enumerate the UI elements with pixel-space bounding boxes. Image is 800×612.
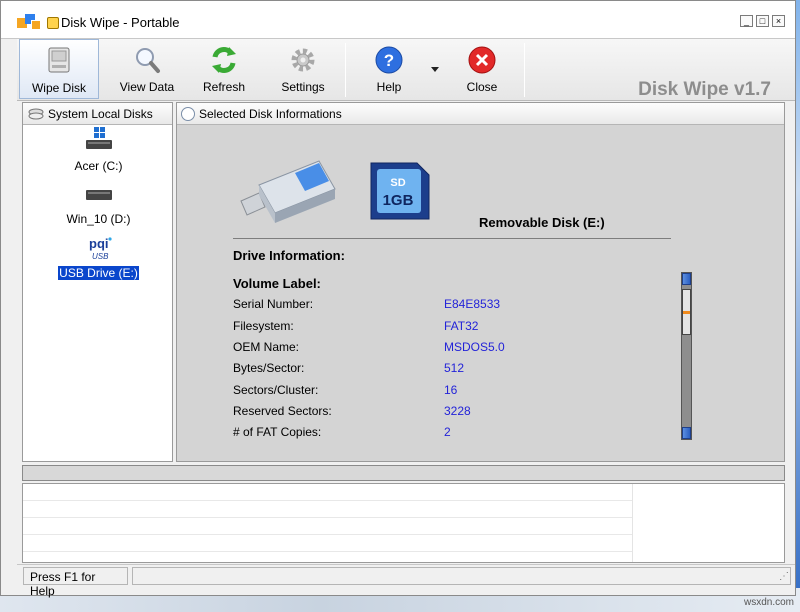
restore-button[interactable]: □ (756, 15, 769, 27)
info-scrollbar[interactable] (681, 272, 692, 440)
disk-wipe-icon (48, 47, 70, 73)
close-button[interactable]: Close (442, 39, 522, 99)
disk-info-panel: Selected Disk Informations SD 1GB Remova… (176, 102, 785, 462)
refresh-button[interactable]: Refresh (184, 39, 264, 99)
info-row-label: Filesystem: (233, 319, 294, 333)
close-icon (468, 46, 496, 74)
status-panel (132, 567, 791, 585)
info-row-label: Sectors/Cluster: (233, 383, 319, 397)
log-list[interactable] (22, 483, 785, 563)
disk-title: Removable Disk (E:) (479, 215, 605, 230)
info-row-value: 16 (444, 383, 458, 397)
brand-title: Disk Wipe v1.7 (638, 79, 771, 100)
refresh-icon (212, 47, 236, 73)
svg-text:USB: USB (92, 252, 109, 261)
gear-icon (291, 48, 315, 72)
system-disks-panel: System Local Disks Acer (C:) Win_10 (D:)… (22, 102, 173, 462)
window-title: Disk Wipe - Portable (61, 15, 180, 30)
info-row-value: MSDOS5.0 (444, 340, 505, 354)
help-button[interactable]: ? Help (349, 39, 429, 99)
disk-item-c[interactable]: Acer (C:) (23, 125, 174, 175)
toolbar-separator (524, 43, 525, 97)
info-row-value: 512 (444, 361, 465, 375)
volume-label-heading: Volume Label: (233, 276, 321, 291)
minimize-button[interactable]: _ (740, 15, 753, 27)
disk-label-e: USB Drive (E:) (57, 265, 140, 281)
usb-drive-illustration-icon (240, 160, 336, 223)
svg-text:?: ? (384, 51, 394, 70)
scroll-thumb[interactable] (682, 289, 691, 335)
help-label: Help (376, 80, 402, 94)
info-row-value: 3228 (444, 404, 471, 418)
close-label: Close (466, 80, 498, 94)
watermark: wsxdn.com (743, 597, 794, 608)
info-row-label: Bytes/Sector: (233, 361, 305, 375)
resize-grip-icon[interactable]: ⋰ (779, 571, 789, 582)
toolbar-separator (345, 43, 346, 97)
disk-item-d[interactable]: Win_10 (D:) (23, 183, 174, 229)
info-row-label: Serial Number: (233, 297, 314, 311)
svg-text:pqi: pqi (89, 236, 109, 251)
divider (233, 238, 671, 239)
title-bar[interactable]: Disk Wipe - Portable _ □ × (1, 1, 795, 39)
info-row-label: # of FAT Copies: (233, 425, 322, 439)
sd-card-illustration-icon: SD 1GB (370, 162, 430, 220)
view-data-button[interactable]: View Data (107, 39, 187, 99)
help-icon: ? (375, 46, 403, 74)
magnifier-icon (136, 48, 160, 73)
info-row-label: Reserved Sectors: (233, 404, 332, 418)
help-dropdown-arrow-icon[interactable] (431, 67, 439, 72)
disk-label-d: Win_10 (D:) (66, 212, 131, 226)
refresh-label: Refresh (202, 80, 246, 94)
pqi-usb-icon: pqi USB (89, 236, 112, 261)
drive-info-heading: Drive Information: (233, 248, 345, 263)
wipe-disk-button[interactable]: Wipe Disk (19, 39, 99, 99)
svg-text:1GB: 1GB (383, 192, 414, 209)
scroll-down-button[interactable] (682, 427, 691, 439)
svg-text:SD: SD (390, 177, 405, 189)
hard-drive-icon (85, 190, 112, 200)
system-disks-header: System Local Disks (23, 103, 172, 125)
window-close-button[interactable]: × (772, 15, 785, 27)
app-logo-icon (17, 12, 45, 34)
info-row-value: 2 (444, 425, 451, 439)
settings-button[interactable]: Settings (263, 39, 343, 99)
disk-stack-icon (28, 108, 44, 120)
settings-label: Settings (281, 80, 325, 94)
info-arrow-icon (181, 107, 195, 121)
info-row-value: FAT32 (444, 319, 479, 333)
disk-item-e[interactable]: pqi USB USB Drive (E:) (23, 235, 174, 281)
status-text: Press F1 for Help (23, 567, 128, 598)
system-disks-title: System Local Disks (48, 107, 153, 121)
wipe-disk-label: Wipe Disk (31, 81, 86, 95)
disk-info-header: Selected Disk Informations (177, 103, 784, 125)
windows-drive-icon (85, 127, 112, 149)
wipe-progress-bar (22, 465, 785, 481)
status-bar: Press F1 for Help ⋰ (17, 564, 795, 598)
info-row-value: E84E8533 (444, 297, 501, 311)
scroll-up-button[interactable] (682, 273, 691, 285)
window-app-icon[interactable] (47, 17, 59, 29)
toolbar: Wipe Disk View Data Refresh Settings ? H… (17, 39, 795, 101)
app-window: Disk Wipe - Portable _ □ × Wipe Disk Vie… (0, 0, 796, 598)
disk-info-title: Selected Disk Informations (199, 107, 342, 121)
info-row-label: OEM Name: (233, 340, 300, 354)
disk-label-c: Acer (C:) (74, 159, 123, 173)
view-data-label: View Data (119, 80, 175, 94)
